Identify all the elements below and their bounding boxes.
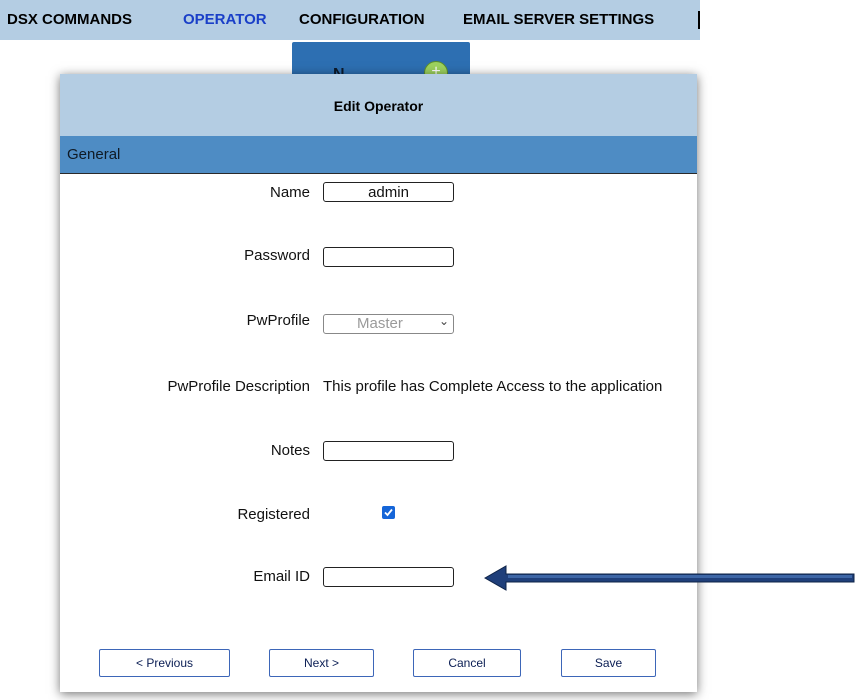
section-header: General (60, 136, 697, 174)
top-nav: DSX COMMANDS OPERATOR CONFIGURATION EMAI… (0, 0, 700, 40)
password-input[interactable] (323, 247, 454, 267)
password-label: Password (244, 247, 310, 264)
name-input[interactable] (323, 182, 454, 202)
section-title: General (67, 146, 121, 163)
edit-operator-dialog: Edit Operator General Name Password PwPr… (60, 74, 697, 692)
nav-dsx-commands[interactable]: DSX COMMANDS (7, 11, 132, 28)
nav-overflow-fragment (698, 11, 700, 29)
annotation-arrow-icon (484, 565, 855, 591)
next-button[interactable]: Next > (269, 649, 374, 677)
dialog-title: Edit Operator (333, 98, 424, 114)
chevron-down-icon: ⌄ (438, 314, 449, 328)
name-label: Name (269, 184, 310, 201)
dialog-title-bar: Edit Operator (60, 74, 697, 137)
registered-label: Registered (237, 506, 310, 523)
nav-email-server-settings[interactable]: EMAIL SERVER SETTINGS (463, 11, 654, 28)
nav-configuration[interactable]: CONFIGURATION (299, 11, 425, 28)
notes-label: Notes (270, 442, 310, 459)
pwprofile-description-label: PwProfile Description (167, 378, 310, 395)
email-id-label: Email ID (253, 568, 310, 585)
pwprofile-label: PwProfile (246, 312, 310, 329)
pwprofile-select[interactable]: Master ⌄ (323, 314, 454, 334)
pwprofile-selected-value: Master (357, 315, 403, 332)
previous-button[interactable]: < Previous (99, 649, 230, 677)
email-id-input[interactable] (323, 567, 454, 587)
notes-input[interactable] (323, 441, 454, 461)
registered-checkbox[interactable] (382, 506, 395, 519)
save-button[interactable]: Save (561, 649, 656, 677)
checkmark-icon (384, 508, 393, 517)
cancel-button[interactable]: Cancel (413, 649, 521, 677)
nav-operator[interactable]: OPERATOR (183, 11, 267, 28)
pwprofile-description-text: This profile has Complete Access to the … (323, 378, 663, 395)
